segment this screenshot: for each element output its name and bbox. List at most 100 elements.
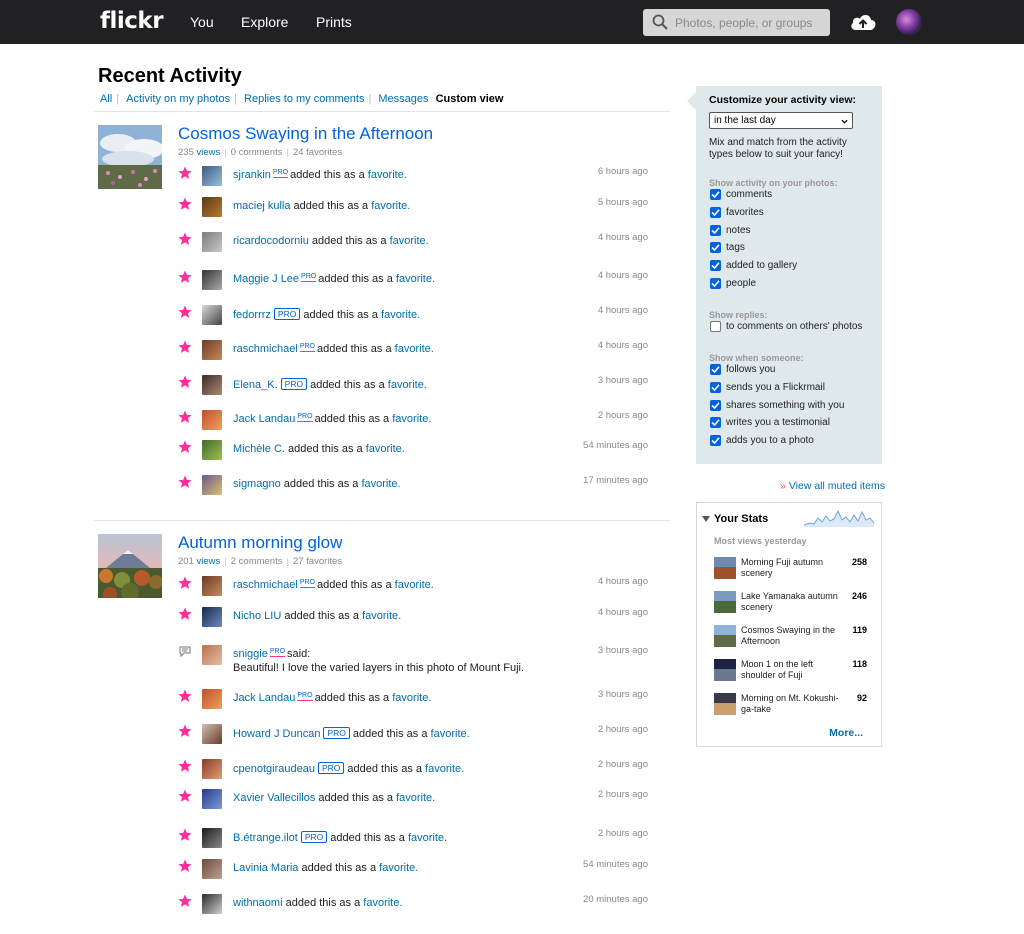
favorite-link[interactable]: favorite. — [379, 862, 418, 874]
stats-item-thumbnail[interactable] — [714, 557, 736, 579]
stats-item-name[interactable]: Lake Yamanaka autumn scenery — [741, 591, 846, 613]
views-link[interactable]: views — [197, 147, 221, 158]
favorite-link[interactable]: favorite. — [366, 443, 405, 455]
favorite-link[interactable]: favorite. — [425, 763, 464, 775]
favorite-link[interactable]: favorite. — [431, 728, 470, 740]
stats-item-name[interactable]: Cosmos Swaying in the Afternoon — [741, 625, 846, 647]
avatar[interactable] — [202, 759, 222, 779]
filter-option-label[interactable]: shares something with you — [726, 400, 844, 411]
username-link[interactable]: B.étrange.ilot — [233, 832, 298, 844]
photo-title-link[interactable]: Autumn morning glow — [178, 533, 342, 553]
favorite-link[interactable]: favorite. — [388, 379, 427, 391]
filter-option-label[interactable]: writes you a testimonial — [726, 417, 830, 428]
filter-option-label[interactable]: follows you — [726, 364, 775, 375]
favorite-link[interactable]: favorite. — [361, 478, 400, 490]
favorite-link[interactable]: favorite. — [408, 832, 447, 844]
tab-all[interactable]: All — [100, 93, 112, 105]
username-link[interactable]: Howard J Duncan — [233, 728, 320, 740]
avatar[interactable] — [202, 375, 222, 395]
avatar[interactable] — [202, 270, 222, 290]
avatar[interactable] — [202, 859, 222, 879]
username-link[interactable]: sniggie — [233, 648, 268, 660]
filter-checkbox[interactable] — [710, 242, 721, 254]
search-icon[interactable] — [652, 14, 668, 30]
filter-option-label[interactable]: to comments on others' photos — [726, 321, 862, 332]
stats-item-thumbnail[interactable] — [714, 659, 736, 681]
avatar[interactable] — [202, 607, 222, 627]
time-range-select[interactable]: in the last day — [709, 112, 853, 129]
tab-activity-on-my-photos[interactable]: Activity on my photos — [126, 93, 230, 105]
filter-checkbox[interactable] — [710, 417, 721, 429]
filter-option-label[interactable]: sends you a Flickrmail — [726, 382, 825, 393]
user-avatar[interactable] — [896, 9, 922, 35]
stats-item-thumbnail[interactable] — [714, 693, 736, 715]
tab-messages[interactable]: Messages — [378, 93, 428, 105]
filter-option-label[interactable]: comments — [726, 189, 772, 200]
username-link[interactable]: withnaomi — [233, 897, 283, 909]
stats-item[interactable]: Morning Fuji autumn scenery 258 — [714, 557, 867, 587]
favorite-link[interactable]: favorite. — [362, 610, 401, 622]
favorite-link[interactable]: favorite. — [396, 792, 435, 804]
filter-checkbox[interactable] — [710, 435, 721, 447]
nav-explore[interactable]: Explore — [241, 14, 288, 30]
avatar[interactable] — [202, 576, 222, 596]
avatar[interactable] — [202, 828, 222, 848]
username-link[interactable]: Xavier Vallecillos — [233, 792, 315, 804]
favorite-link[interactable]: favorite. — [395, 579, 434, 591]
stats-item[interactable]: Lake Yamanaka autumn scenery 246 — [714, 591, 867, 621]
avatar[interactable] — [202, 724, 222, 744]
username-link[interactable]: maciej kulla — [233, 200, 290, 212]
avatar[interactable] — [202, 232, 222, 252]
filter-option-label[interactable]: people — [726, 278, 756, 289]
stats-title[interactable]: Your Stats — [714, 513, 768, 525]
collapse-triangle-icon[interactable] — [702, 516, 710, 522]
username-link[interactable]: Jack Landau — [233, 413, 295, 425]
stats-item-name[interactable]: Morning on Mt. Kokushi-ga-take — [741, 693, 846, 715]
filter-checkbox[interactable] — [710, 224, 721, 236]
view-muted-items-label[interactable]: View all muted items — [789, 480, 885, 492]
filter-checkbox[interactable] — [710, 260, 721, 272]
search-input[interactable] — [675, 13, 825, 32]
stats-item[interactable]: Moon 1 on the left shoulder of Fuji 118 — [714, 659, 867, 689]
username-link[interactable]: Lavinia Maria — [233, 862, 298, 874]
flickr-logo[interactable]: flickr — [100, 8, 164, 34]
stats-item[interactable]: Cosmos Swaying in the Afternoon 119 — [714, 625, 867, 655]
username-link[interactable]: Elena_K. — [233, 379, 278, 391]
stats-item-name[interactable]: Morning Fuji autumn scenery — [741, 557, 846, 579]
stats-item[interactable]: Morning on Mt. Kokushi-ga-take 92 — [714, 693, 867, 723]
avatar[interactable] — [202, 410, 222, 430]
favorite-link[interactable]: favorite. — [381, 309, 420, 321]
filter-option-label[interactable]: added to gallery — [726, 260, 797, 271]
filter-option-label[interactable]: adds you to a photo — [726, 435, 814, 446]
username-link[interactable]: fedorrrz — [233, 309, 271, 321]
stats-item-thumbnail[interactable] — [714, 591, 736, 613]
view-muted-items-link[interactable]: » View all muted items — [780, 480, 885, 492]
avatar[interactable] — [202, 689, 222, 709]
filter-option-label[interactable]: favorites — [726, 207, 764, 218]
username-link[interactable]: raschmichael — [233, 579, 298, 591]
filter-checkbox[interactable] — [710, 399, 721, 411]
favorite-link[interactable]: favorite. — [392, 692, 431, 704]
filter-option-label[interactable]: tags — [726, 242, 745, 253]
username-link[interactable]: cpenotgiraudeau — [233, 763, 315, 775]
avatar[interactable] — [202, 475, 222, 495]
username-link[interactable]: Michèle C. — [233, 443, 285, 455]
favorite-link[interactable]: favorite. — [390, 235, 429, 247]
favorite-link[interactable]: favorite. — [368, 169, 407, 181]
photo-thumbnail[interactable] — [98, 534, 162, 598]
favorite-link[interactable]: favorite. — [363, 897, 402, 909]
avatar[interactable] — [202, 166, 222, 186]
favorite-link[interactable]: favorite. — [395, 343, 434, 355]
filter-checkbox[interactable] — [710, 206, 721, 218]
filter-checkbox[interactable] — [710, 189, 721, 200]
username-link[interactable]: Nicho LIU — [233, 610, 281, 622]
photo-title-link[interactable]: Cosmos Swaying in the Afternoon — [178, 124, 433, 144]
favorite-link[interactable]: favorite. — [371, 200, 410, 212]
username-link[interactable]: Maggie J Lee — [233, 273, 299, 285]
nav-you[interactable]: You — [190, 14, 214, 30]
stats-item-name[interactable]: Moon 1 on the left shoulder of Fuji — [741, 659, 846, 681]
avatar[interactable] — [202, 645, 222, 665]
avatar[interactable] — [202, 440, 222, 460]
photo-thumbnail[interactable] — [98, 125, 162, 189]
avatar[interactable] — [202, 789, 222, 809]
